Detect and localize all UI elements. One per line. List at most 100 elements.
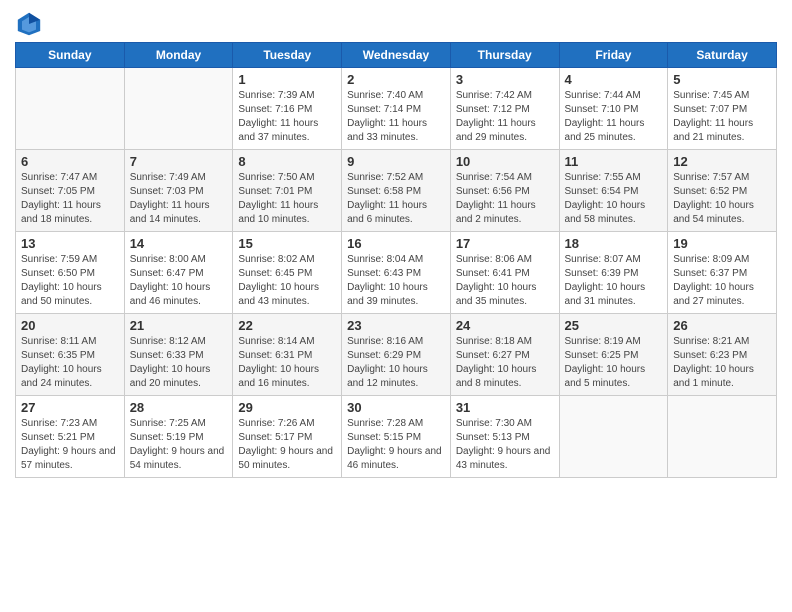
day-cell: 27 Sunrise: 7:23 AM Sunset: 5:21 PM Dayli… (16, 396, 125, 478)
day-cell: 13 Sunrise: 7:59 AM Sunset: 6:50 PM Dayli… (16, 232, 125, 314)
day-info: Sunrise: 8:04 AM Sunset: 6:43 PM Dayligh… (347, 253, 445, 309)
day-cell: 20Sunrise: 8:11 AM Sunset: 6:35 PM Dayli… (16, 314, 125, 396)
day-cell: 29 Sunrise: 7:26 AM Sunset: 5:17 PM Dayli… (233, 396, 342, 478)
day-info: Sunrise: 7:28 AM Sunset: 5:15 PM Dayligh… (347, 417, 445, 473)
day-header-saturday: Saturday (668, 43, 777, 68)
day-cell: 23 Sunrise: 8:16 AM Sunset: 6:29 PM Dayli… (342, 314, 451, 396)
day-info: Sunrise: 7:23 AM Sunset: 5:21 PM Dayligh… (21, 417, 119, 473)
day-info: Sunrise: 7:55 AM Sunset: 6:54 PM Dayligh… (565, 171, 663, 227)
day-cell: 18Sunrise: 8:07 AM Sunset: 6:39 PM Dayli… (559, 232, 668, 314)
day-header-friday: Friday (559, 43, 668, 68)
day-number: 7 (130, 154, 228, 169)
day-number: 10 (456, 154, 554, 169)
day-cell: 17Sunrise: 8:06 AM Sunset: 6:41 PM Dayli… (450, 232, 559, 314)
day-header-sunday: Sunday (16, 43, 125, 68)
day-info: Sunrise: 7:25 AM Sunset: 5:19 PM Dayligh… (130, 417, 228, 473)
day-number: 24 (456, 318, 554, 333)
day-header-monday: Monday (124, 43, 233, 68)
day-info: Sunrise: 8:09 AM Sunset: 6:37 PM Dayligh… (673, 253, 771, 309)
day-cell: 7 Sunrise: 7:49 AM Sunset: 7:03 PM Daylig… (124, 150, 233, 232)
day-cell: 15Sunrise: 8:02 AM Sunset: 6:45 PM Dayli… (233, 232, 342, 314)
day-number: 21 (130, 318, 228, 333)
day-cell: 2Sunrise: 7:40 AM Sunset: 7:14 PM Daylig… (342, 68, 451, 150)
week-row-3: 13 Sunrise: 7:59 AM Sunset: 6:50 PM Dayli… (16, 232, 777, 314)
day-info: Sunrise: 8:18 AM Sunset: 6:27 PM Dayligh… (456, 335, 554, 391)
day-info: Sunrise: 7:42 AM Sunset: 7:12 PM Dayligh… (456, 89, 554, 145)
day-info: Sunrise: 7:26 AM Sunset: 5:17 PM Dayligh… (238, 417, 336, 473)
day-info: Sunrise: 7:44 AM Sunset: 7:10 PM Dayligh… (565, 89, 663, 145)
day-number: 4 (565, 72, 663, 87)
day-header-thursday: Thursday (450, 43, 559, 68)
day-info: Sunrise: 8:19 AM Sunset: 6:25 PM Dayligh… (565, 335, 663, 391)
day-cell: 3 Sunrise: 7:42 AM Sunset: 7:12 PM Daylig… (450, 68, 559, 150)
day-cell: 21 Sunrise: 8:12 AM Sunset: 6:33 PM Dayli… (124, 314, 233, 396)
week-row-5: 27 Sunrise: 7:23 AM Sunset: 5:21 PM Dayli… (16, 396, 777, 478)
day-cell: 25 Sunrise: 8:19 AM Sunset: 6:25 PM Dayli… (559, 314, 668, 396)
week-row-1: 1 Sunrise: 7:39 AM Sunset: 7:16 PM Daylig… (16, 68, 777, 150)
day-cell: 24 Sunrise: 8:18 AM Sunset: 6:27 PM Dayli… (450, 314, 559, 396)
day-cell: 30 Sunrise: 7:28 AM Sunset: 5:15 PM Dayli… (342, 396, 451, 478)
day-cell: 11Sunrise: 7:55 AM Sunset: 6:54 PM Dayli… (559, 150, 668, 232)
day-number: 27 (21, 400, 119, 415)
day-number: 13 (21, 236, 119, 251)
day-info: Sunrise: 8:16 AM Sunset: 6:29 PM Dayligh… (347, 335, 445, 391)
day-info: Sunrise: 8:06 AM Sunset: 6:41 PM Dayligh… (456, 253, 554, 309)
day-cell: 22 Sunrise: 8:14 AM Sunset: 6:31 PM Dayli… (233, 314, 342, 396)
calendar-table: SundayMondayTuesdayWednesdayThursdayFrid… (15, 42, 777, 478)
day-info: Sunrise: 8:21 AM Sunset: 6:23 PM Dayligh… (673, 335, 771, 391)
day-number: 31 (456, 400, 554, 415)
day-info: Sunrise: 7:47 AM Sunset: 7:05 PM Dayligh… (21, 171, 119, 227)
day-number: 5 (673, 72, 771, 87)
day-info: Sunrise: 7:45 AM Sunset: 7:07 PM Dayligh… (673, 89, 771, 145)
day-number: 29 (238, 400, 336, 415)
day-info: Sunrise: 7:50 AM Sunset: 7:01 PM Dayligh… (238, 171, 336, 227)
day-cell: 12 Sunrise: 7:57 AM Sunset: 6:52 PM Dayli… (668, 150, 777, 232)
day-cell: 6 Sunrise: 7:47 AM Sunset: 7:05 PM Daylig… (16, 150, 125, 232)
day-number: 6 (21, 154, 119, 169)
day-number: 22 (238, 318, 336, 333)
day-number: 9 (347, 154, 445, 169)
day-cell: 16 Sunrise: 8:04 AM Sunset: 6:43 PM Dayli… (342, 232, 451, 314)
day-cell: 1 Sunrise: 7:39 AM Sunset: 7:16 PM Daylig… (233, 68, 342, 150)
day-info: Sunrise: 7:52 AM Sunset: 6:58 PM Dayligh… (347, 171, 445, 227)
logo-icon (15, 10, 43, 38)
day-number: 15 (238, 236, 336, 251)
day-cell: 8Sunrise: 7:50 AM Sunset: 7:01 PM Daylig… (233, 150, 342, 232)
day-info: Sunrise: 7:59 AM Sunset: 6:50 PM Dayligh… (21, 253, 119, 309)
day-info: Sunrise: 8:07 AM Sunset: 6:39 PM Dayligh… (565, 253, 663, 309)
day-info: Sunrise: 7:54 AM Sunset: 6:56 PM Dayligh… (456, 171, 554, 227)
day-number: 30 (347, 400, 445, 415)
day-header-tuesday: Tuesday (233, 43, 342, 68)
day-info: Sunrise: 8:00 AM Sunset: 6:47 PM Dayligh… (130, 253, 228, 309)
day-number: 28 (130, 400, 228, 415)
day-number: 1 (238, 72, 336, 87)
day-cell (559, 396, 668, 478)
day-info: Sunrise: 7:57 AM Sunset: 6:52 PM Dayligh… (673, 171, 771, 227)
day-cell (16, 68, 125, 150)
day-cell: 31 Sunrise: 7:30 AM Sunset: 5:13 PM Dayli… (450, 396, 559, 478)
day-info: Sunrise: 7:49 AM Sunset: 7:03 PM Dayligh… (130, 171, 228, 227)
day-cell: 28 Sunrise: 7:25 AM Sunset: 5:19 PM Dayli… (124, 396, 233, 478)
day-cell: 26Sunrise: 8:21 AM Sunset: 6:23 PM Dayli… (668, 314, 777, 396)
day-number: 16 (347, 236, 445, 251)
day-number: 25 (565, 318, 663, 333)
day-cell: 5 Sunrise: 7:45 AM Sunset: 7:07 PM Daylig… (668, 68, 777, 150)
day-cell: 10 Sunrise: 7:54 AM Sunset: 6:56 PM Dayli… (450, 150, 559, 232)
day-cell (668, 396, 777, 478)
day-number: 3 (456, 72, 554, 87)
day-number: 23 (347, 318, 445, 333)
page-header (15, 10, 777, 38)
day-info: Sunrise: 8:12 AM Sunset: 6:33 PM Dayligh… (130, 335, 228, 391)
day-number: 12 (673, 154, 771, 169)
day-cell: 9 Sunrise: 7:52 AM Sunset: 6:58 PM Daylig… (342, 150, 451, 232)
day-cell: 4 Sunrise: 7:44 AM Sunset: 7:10 PM Daylig… (559, 68, 668, 150)
logo (15, 10, 47, 38)
day-number: 14 (130, 236, 228, 251)
day-info: Sunrise: 7:39 AM Sunset: 7:16 PM Dayligh… (238, 89, 336, 145)
day-info: Sunrise: 7:30 AM Sunset: 5:13 PM Dayligh… (456, 417, 554, 473)
day-number: 20 (21, 318, 119, 333)
day-number: 2 (347, 72, 445, 87)
day-info: Sunrise: 8:14 AM Sunset: 6:31 PM Dayligh… (238, 335, 336, 391)
day-cell: 19Sunrise: 8:09 AM Sunset: 6:37 PM Dayli… (668, 232, 777, 314)
day-header-wednesday: Wednesday (342, 43, 451, 68)
